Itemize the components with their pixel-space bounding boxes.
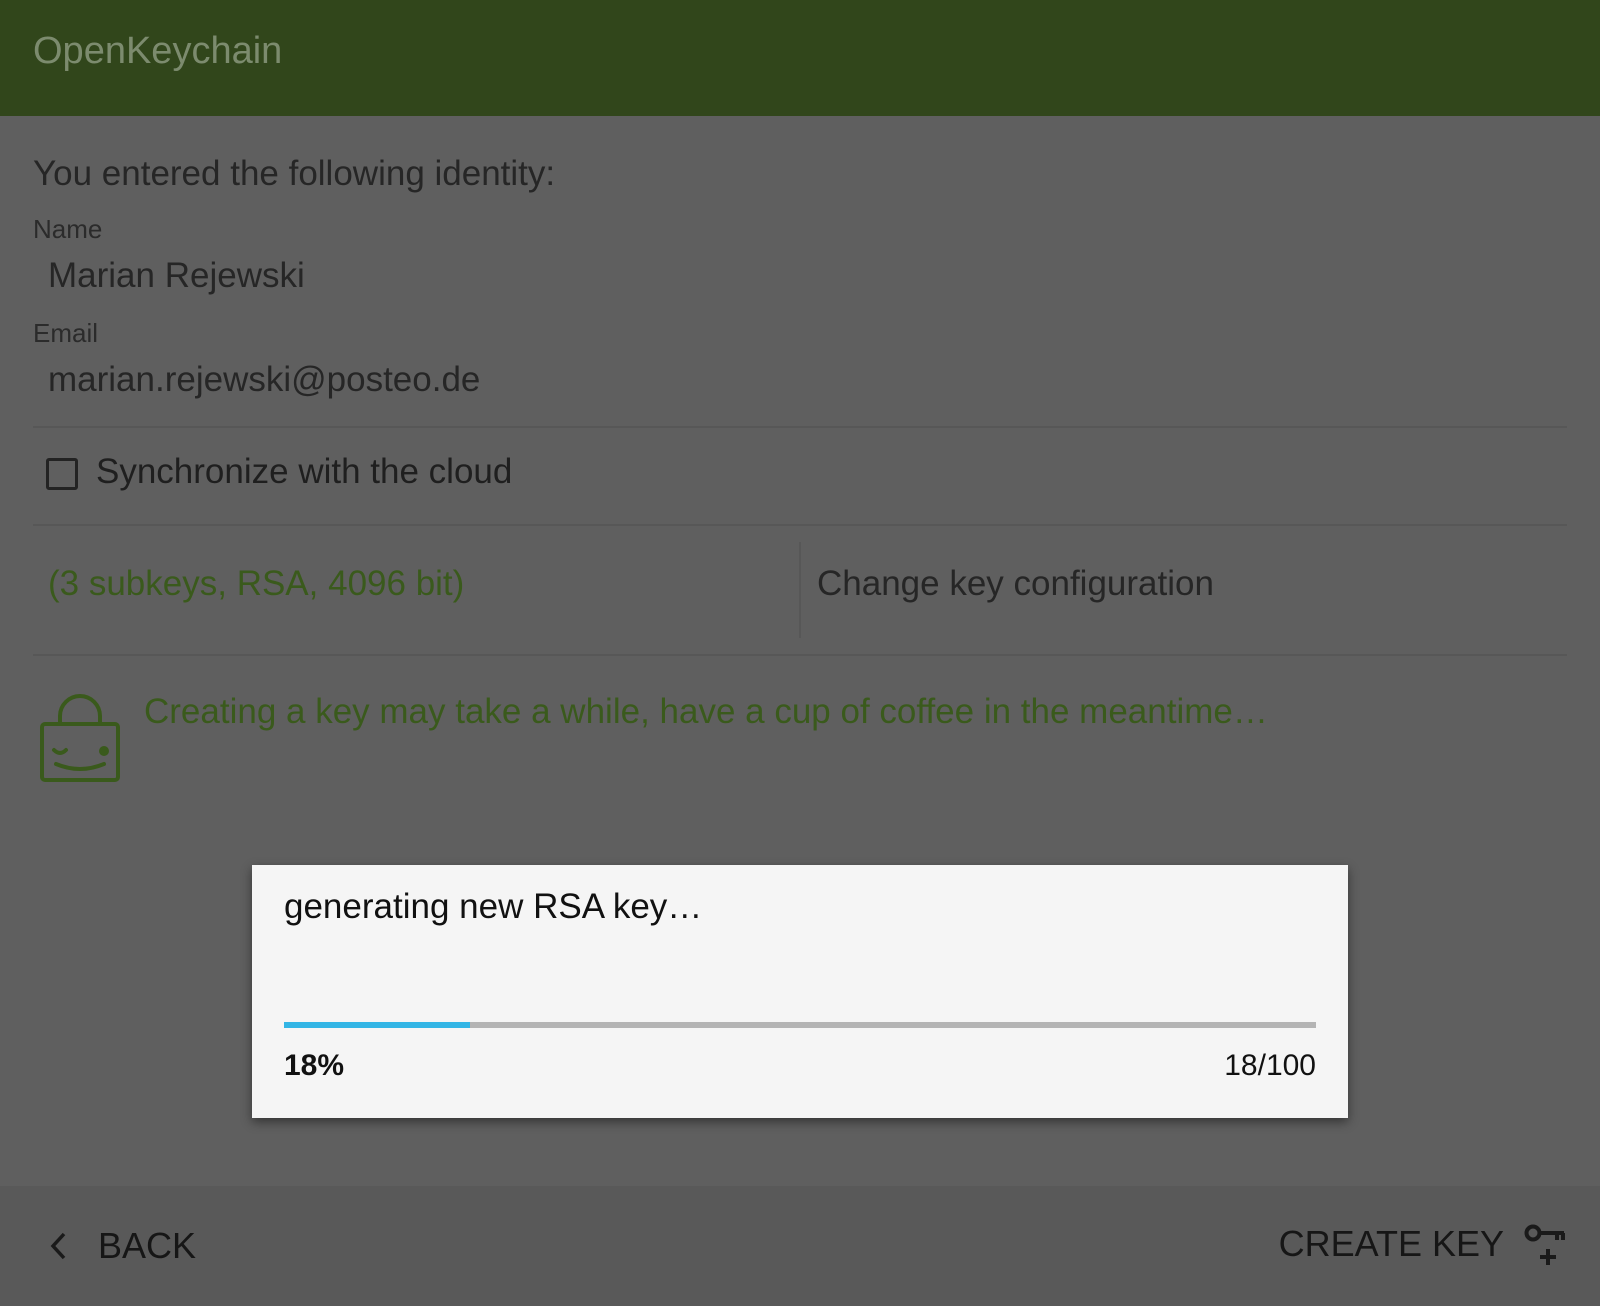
create-key-label: CREATE KEY [1278,1223,1504,1264]
progress-bar [284,1022,1316,1028]
chevron-left-icon [40,1228,76,1264]
email-label: Email [33,318,99,348]
email-value: marian.rejewski@posteo.de [48,360,481,399]
progress-percent: 18% [284,1049,345,1082]
key-config-summary: (3 subkeys, RSA, 4096 bit) [48,564,465,603]
bottom-bar: BACK CREATE KEY [0,1186,1600,1306]
hint-text: Creating a key may take a while, have a … [144,692,1268,731]
lock-smiley-icon [40,694,120,782]
divider [33,654,1567,656]
app-title: OpenKeychain [33,30,283,72]
sync-checkbox[interactable] [46,458,78,490]
app-bar: OpenKeychain [0,0,1600,116]
back-button[interactable]: BACK [40,1216,196,1276]
progress-count: 18/100 [1224,1049,1316,1082]
progress-bar-fill [284,1022,470,1028]
divider [33,524,1567,526]
sync-label[interactable]: Synchronize with the cloud [96,452,512,492]
vertical-divider [799,542,801,638]
name-value: Marian Rejewski [48,256,305,295]
back-label: BACK [98,1225,197,1266]
name-label: Name [33,214,103,244]
progress-dialog: generating new RSA key… 18% 18/100 [252,865,1348,1118]
create-key-button[interactable]: CREATE KEY [1279,1214,1568,1274]
divider [33,426,1567,428]
key-plus-icon [1524,1224,1565,1265]
identity-intro: You entered the following identity: [33,154,556,193]
change-key-config-button[interactable]: Change key configuration [817,564,1214,604]
dialog-message: generating new RSA key… [284,887,703,926]
